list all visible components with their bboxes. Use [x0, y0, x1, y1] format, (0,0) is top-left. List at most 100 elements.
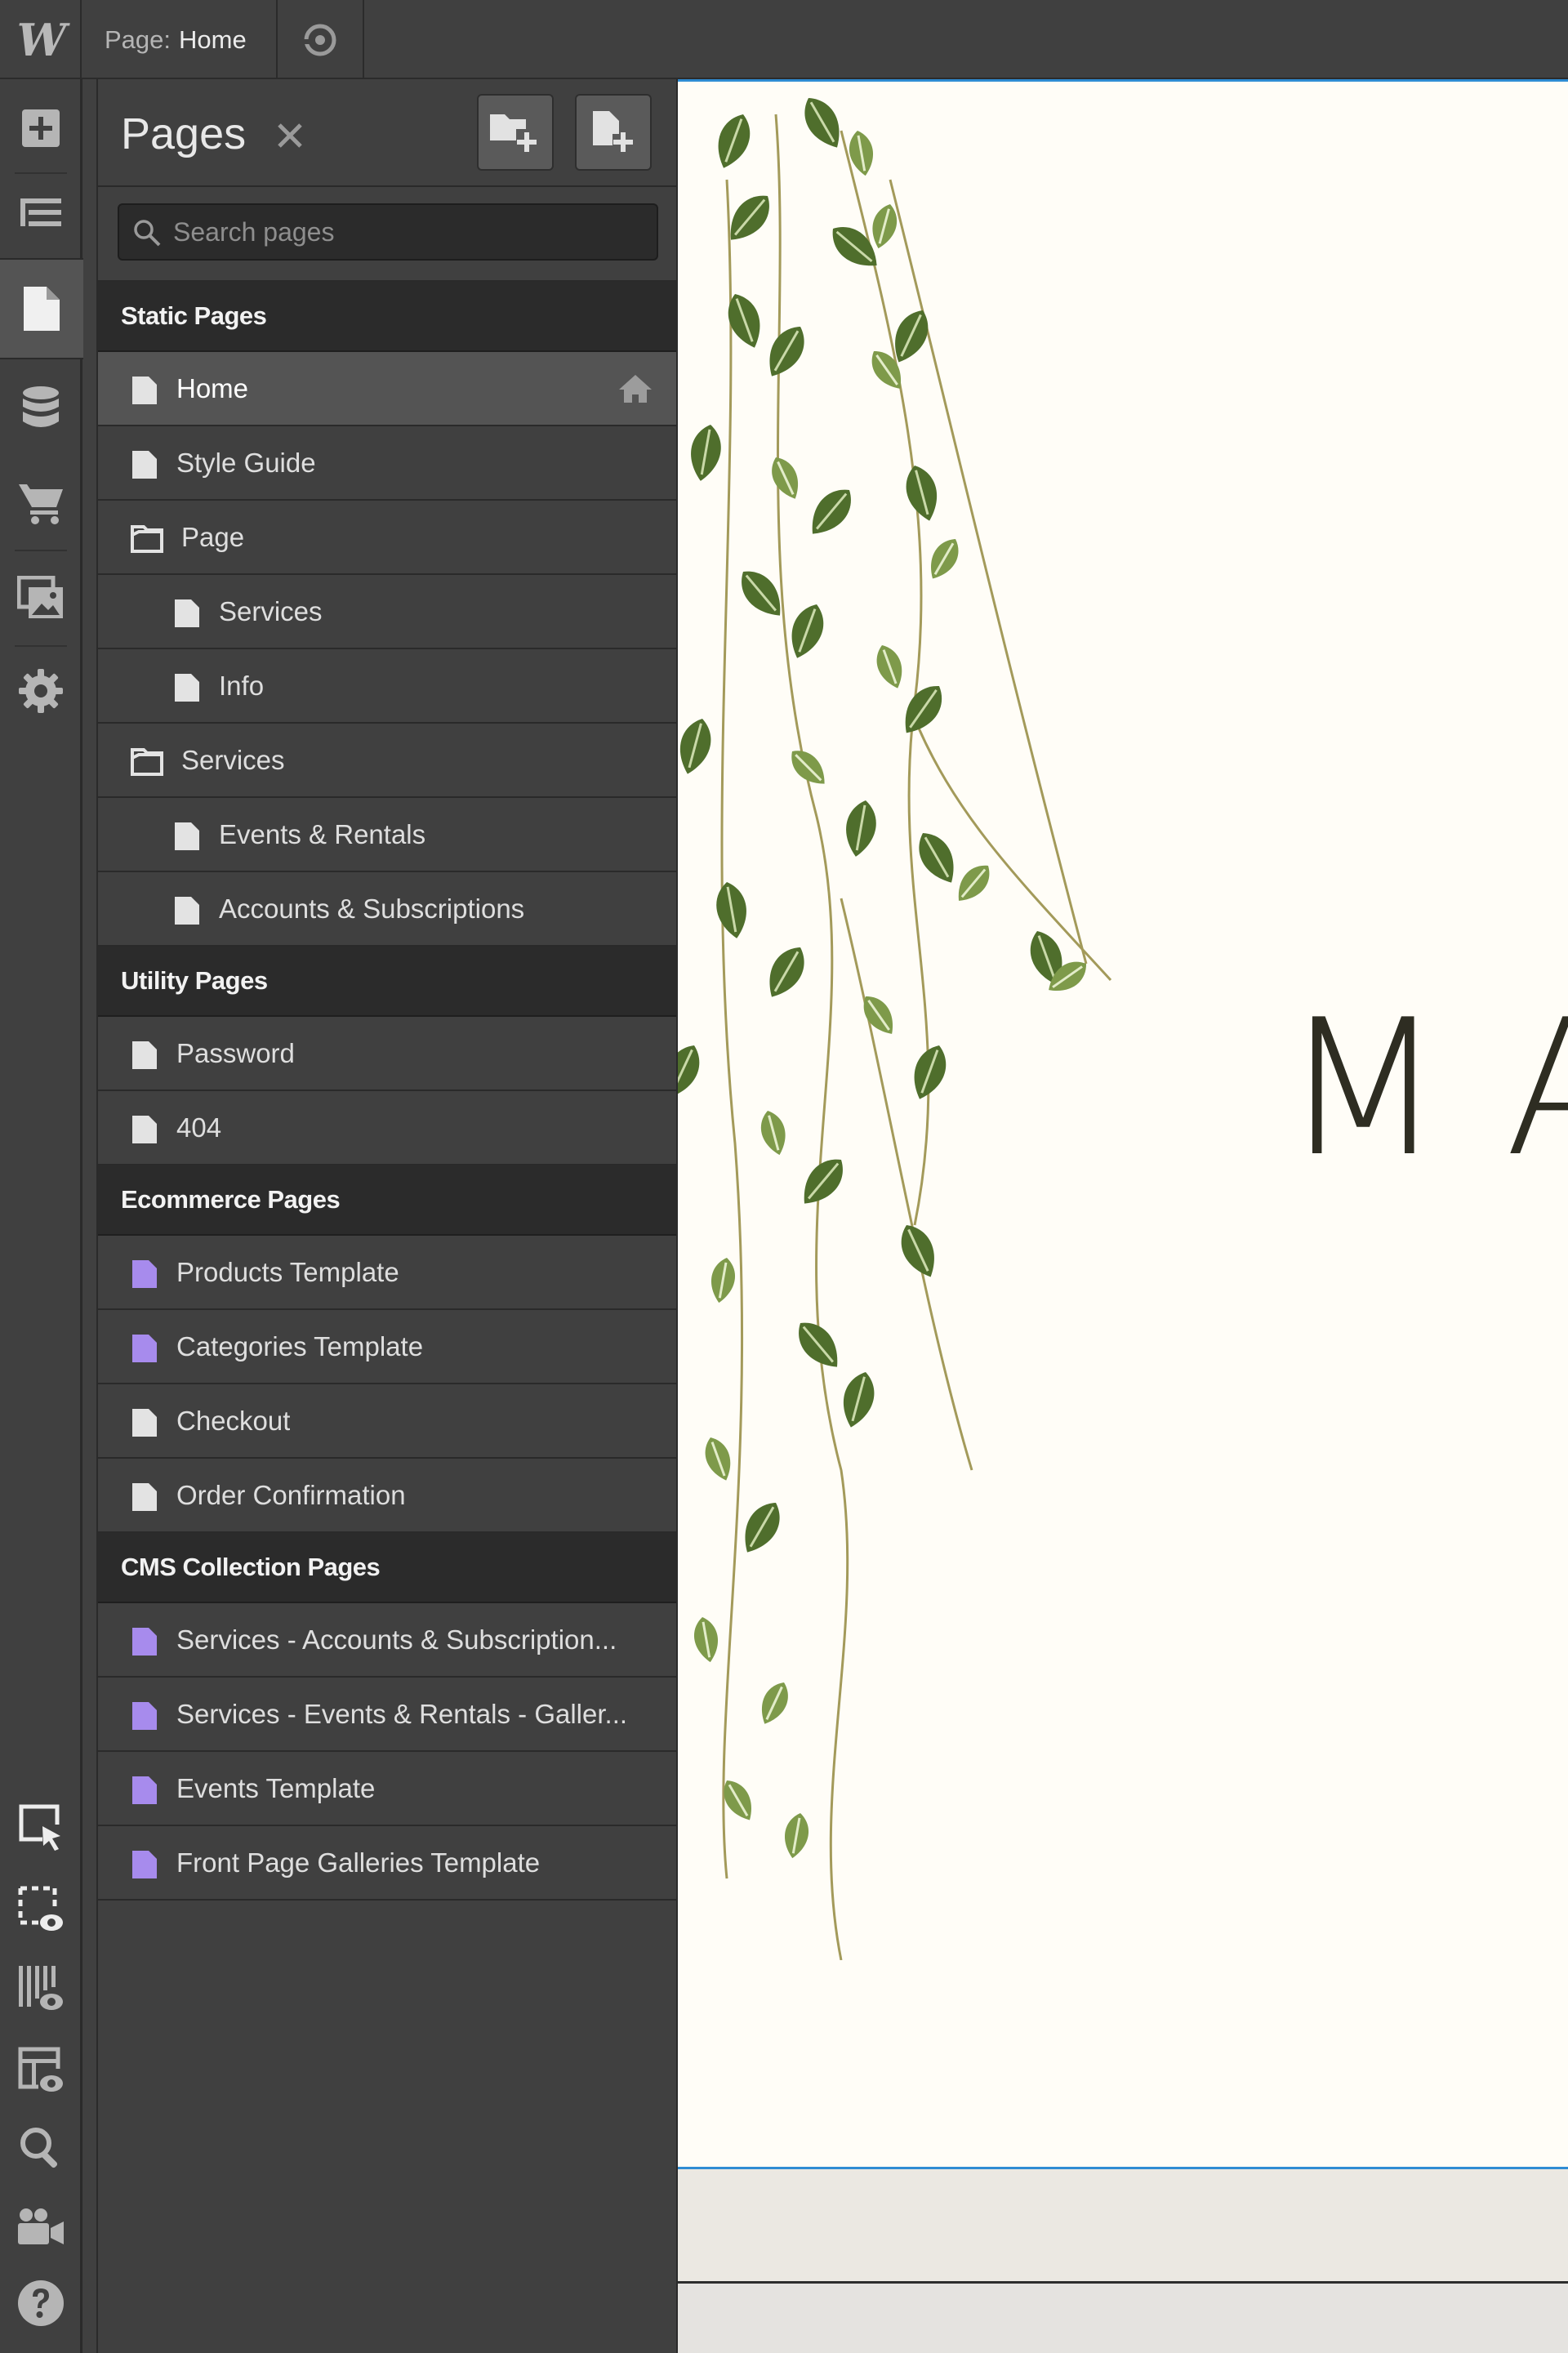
page-icon: [173, 821, 201, 852]
page-label: Services: [181, 744, 285, 775]
page-label: Categories Template: [176, 1330, 424, 1361]
panel-title: Pages: [121, 109, 247, 158]
page-label: Services - Accounts & Subscription...: [176, 1624, 617, 1655]
add-folder-icon: [490, 114, 537, 152]
page-label: Events Template: [176, 1772, 376, 1803]
section-header: CMS Collection Pages: [98, 1533, 676, 1603]
current-page-indicator[interactable]: Page: Home: [82, 0, 278, 79]
add-page-button[interactable]: [575, 94, 652, 171]
section-header: Ecommerce Pages: [98, 1165, 676, 1236]
page-indicator-label: Page:: [105, 25, 172, 54]
template-page-icon: [131, 1775, 158, 1806]
search-icon: [134, 220, 161, 247]
add-elements-button[interactable]: [0, 87, 82, 169]
design-canvas[interactable]: MA: [678, 79, 1568, 2169]
page-row[interactable]: Front Page Galleries Template: [98, 1826, 676, 1901]
page-label: Events & Rentals: [219, 818, 426, 849]
navigator-button[interactable]: [0, 173, 82, 255]
pages-list: Static Pages Home Style Guide Page Services I…: [98, 282, 676, 1901]
section-header: Static Pages: [98, 282, 676, 352]
cms-button[interactable]: [0, 368, 82, 449]
hero-heading[interactable]: MA: [1282, 980, 1568, 1198]
help-icon: [18, 2280, 64, 2326]
page-row[interactable]: Order Confirmation: [98, 1459, 676, 1533]
template-page-icon: [131, 1259, 158, 1290]
folder-icon: [131, 525, 163, 553]
layout-preview-icon: [18, 2047, 63, 2092]
grid-overlay-icon: [19, 1966, 63, 2010]
close-panel-button[interactable]: [271, 117, 309, 154]
assets-button[interactable]: [0, 557, 82, 639]
page-row[interactable]: Checkout: [98, 1384, 676, 1459]
database-icon: [23, 386, 59, 427]
hanging-plant-image: [678, 89, 1112, 1960]
page-label: Order Confirmation: [176, 1479, 406, 1510]
cart-icon: [19, 484, 63, 524]
select-element-button[interactable]: [0, 1787, 82, 1869]
page-row[interactable]: Accounts & Subscriptions: [98, 872, 676, 947]
pages-panel: Pages Search pages Static Pages Home Sty…: [96, 79, 678, 2353]
folder-icon: [131, 748, 163, 776]
pages-button[interactable]: [0, 258, 83, 359]
page-row[interactable]: Categories Template: [98, 1310, 676, 1384]
page-row[interactable]: Password: [98, 1017, 676, 1091]
gear-icon: [19, 669, 63, 713]
close-icon: [278, 123, 302, 148]
template-page-icon: [131, 1333, 158, 1364]
page-indicator-value: Home: [179, 25, 247, 54]
grid-overlay-button[interactable]: [0, 1948, 82, 2030]
home-icon: [617, 373, 653, 404]
page-label: Services: [219, 595, 323, 626]
page-icon: [173, 598, 201, 629]
folder-row[interactable]: Services: [98, 724, 676, 798]
page-label: Services - Events & Rentals - Galler...: [176, 1698, 628, 1729]
pages-panel-header: Pages: [98, 79, 676, 187]
search-pages-input[interactable]: [173, 205, 639, 259]
section-header: Utility Pages: [98, 947, 676, 1017]
video-tutorials-button[interactable]: [0, 2186, 82, 2267]
pages-icon: [24, 287, 60, 331]
webflow-logo[interactable]: W: [0, 0, 82, 79]
page-icon: [131, 1407, 158, 1438]
layout-preview-button[interactable]: [0, 2030, 82, 2111]
page-icon: [173, 895, 201, 926]
page-label: Style Guide: [176, 447, 316, 478]
page-row[interactable]: Events & Rentals: [98, 798, 676, 872]
show-outlines-button[interactable]: [0, 1869, 82, 1950]
page-row[interactable]: Services - Events & Rentals - Galler...: [98, 1678, 676, 1752]
page-row[interactable]: Style Guide: [98, 426, 676, 501]
ecommerce-button[interactable]: [0, 461, 82, 543]
page-icon: [131, 1114, 158, 1145]
add-icon: [22, 109, 60, 147]
page-row[interactable]: Services: [98, 575, 676, 649]
show-outlines-icon: [18, 1886, 63, 1931]
add-page-icon: [593, 111, 633, 152]
search-button[interactable]: [0, 2107, 82, 2189]
page-label: Info: [219, 670, 265, 701]
preview-button[interactable]: [278, 0, 364, 79]
page-row[interactable]: Events Template: [98, 1752, 676, 1826]
add-folder-button[interactable]: [477, 94, 554, 171]
template-page-icon: [131, 1626, 158, 1657]
page-row[interactable]: Products Template: [98, 1236, 676, 1310]
page-label: Checkout: [176, 1405, 291, 1436]
page-row[interactable]: Info: [98, 649, 676, 724]
page-icon: [131, 375, 158, 406]
settings-button[interactable]: [0, 650, 82, 732]
page-icon: [173, 672, 201, 703]
page-row[interactable]: Services - Accounts & Subscription...: [98, 1603, 676, 1678]
top-bar: W Page: Home: [0, 0, 1568, 79]
template-page-icon: [131, 1700, 158, 1731]
page-label: Password: [176, 1037, 295, 1068]
page-row[interactable]: Home: [98, 352, 676, 426]
page-label: Home: [176, 372, 249, 403]
video-camera-icon: [18, 2208, 64, 2244]
folder-row[interactable]: Page: [98, 501, 676, 575]
page-label: Products Template: [176, 1256, 399, 1287]
help-button[interactable]: [0, 2262, 82, 2344]
page-label: Front Page Galleries Template: [176, 1847, 541, 1878]
page-row[interactable]: 404: [98, 1091, 676, 1165]
page-icon: [131, 1040, 158, 1071]
page-label: 404: [176, 1112, 222, 1143]
navigator-icon: [20, 198, 61, 226]
